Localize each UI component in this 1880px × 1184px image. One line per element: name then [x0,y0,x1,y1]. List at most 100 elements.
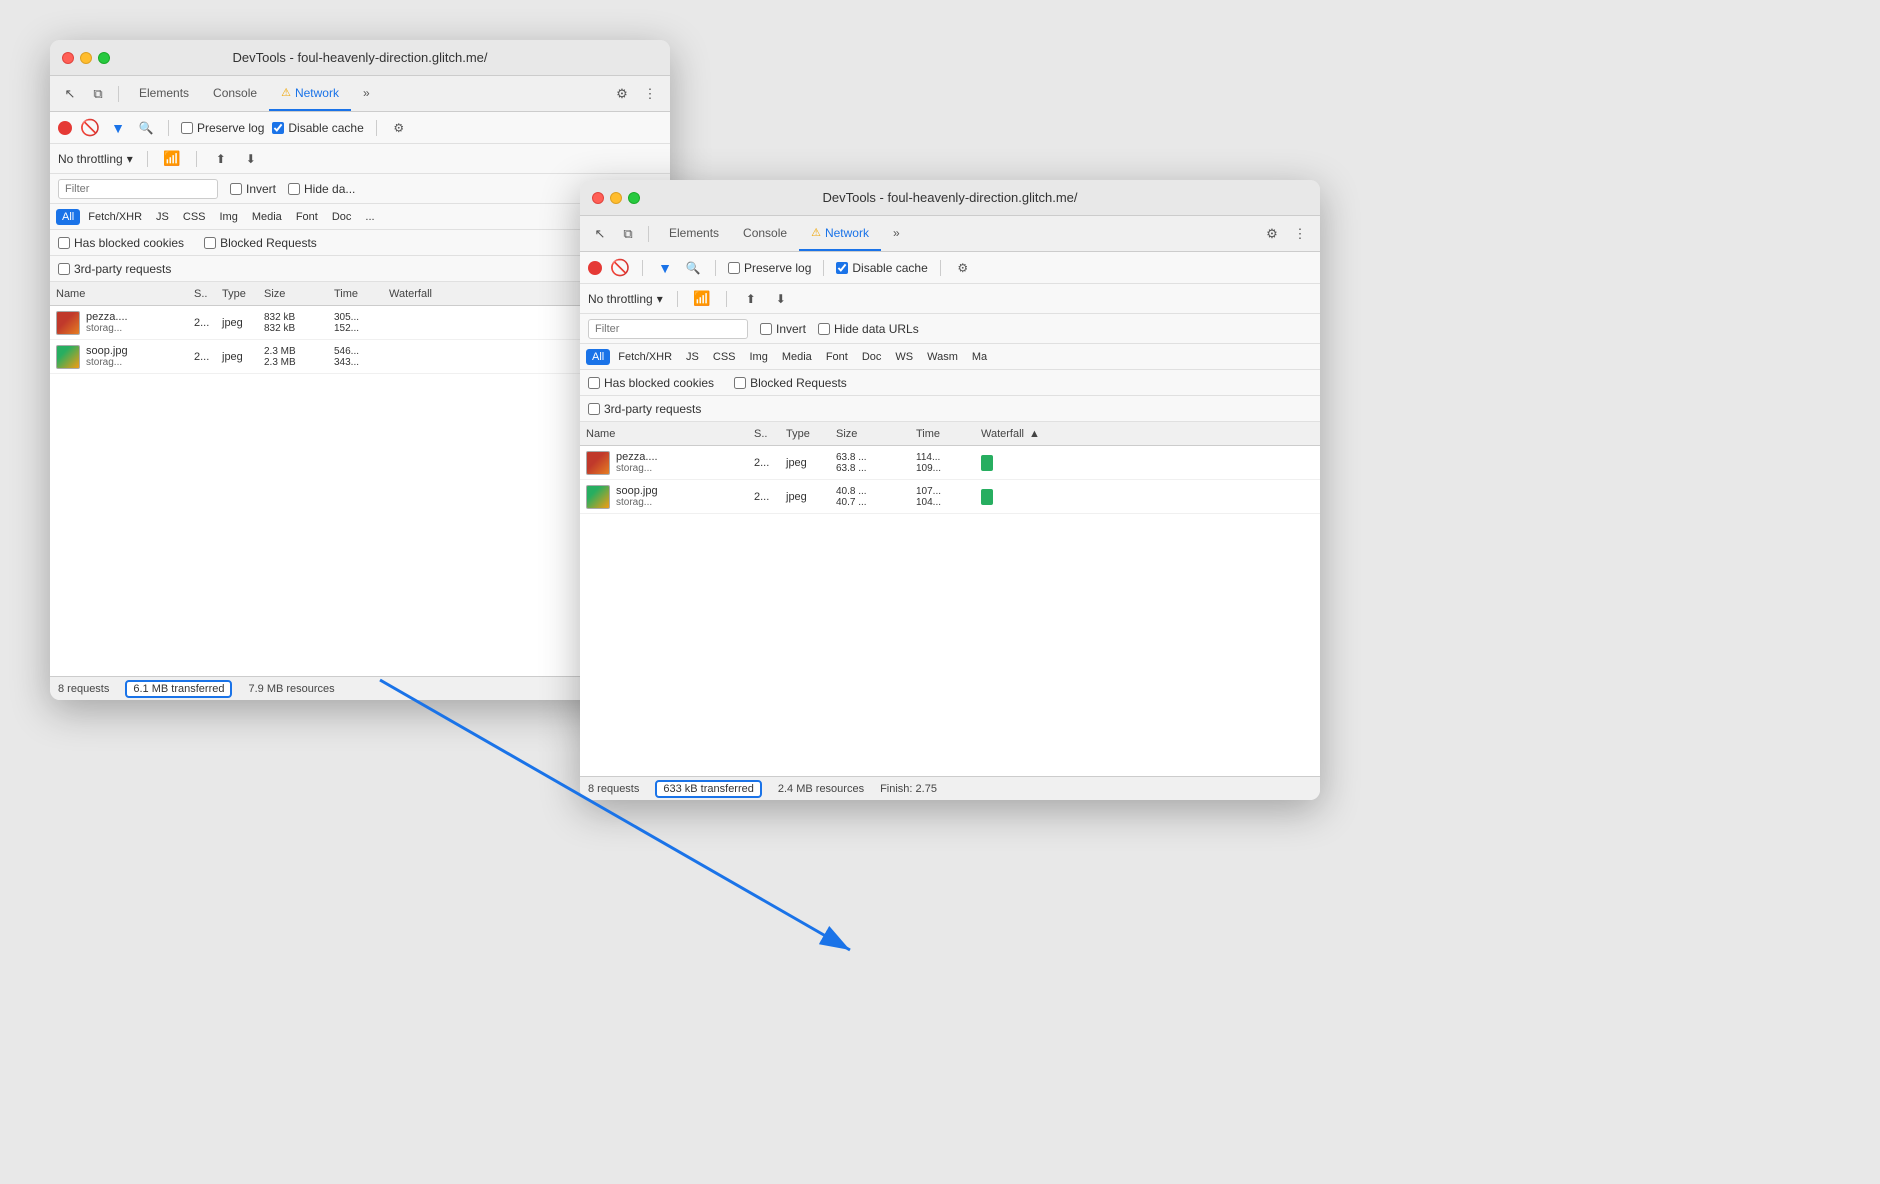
invert-label-1[interactable]: Invert [230,182,276,196]
inspect-icon-2[interactable]: ⧉ [616,222,640,246]
tab-network-1[interactable]: ⚠ Network [269,76,351,111]
invert-label-2[interactable]: Invert [760,322,806,336]
filter-media-2[interactable]: Media [776,349,818,365]
filter-doc-1[interactable]: Doc [326,209,358,225]
throttle-select-1[interactable]: No throttling ▾ [58,152,133,166]
col-time-hdr-2[interactable]: Time [912,428,977,440]
blocked-requests-cb-2[interactable] [734,377,746,389]
tab-more-2[interactable]: » [881,216,912,251]
filter-js-1[interactable]: JS [150,209,175,225]
minimize-button-2[interactable] [610,192,622,204]
minimize-button-1[interactable] [80,52,92,64]
blocked-cookies-1[interactable]: Has blocked cookies [58,236,184,250]
blocked-requests-cb-1[interactable] [204,237,216,249]
filter-media-1[interactable]: Media [246,209,288,225]
filter-all-2[interactable]: All [586,349,610,365]
wifi-icon-2[interactable]: 📶 [692,289,712,309]
disable-cache-checkbox-1[interactable] [272,122,284,134]
hide-data-label-2[interactable]: Hide data URLs [818,322,919,336]
col-size-hdr-1[interactable]: Size [260,288,330,300]
record-button-1[interactable] [58,121,72,135]
filter-img-1[interactable]: Img [214,209,244,225]
blocked-cookies-cb-1[interactable] [58,237,70,249]
invert-checkbox-1[interactable] [230,183,242,195]
traffic-lights-2[interactable] [592,192,640,204]
upload-icon-1[interactable]: ⬆ [211,149,231,169]
close-button-2[interactable] [592,192,604,204]
search-icon-2[interactable]: 🔍 [683,258,703,278]
blocked-cookies-cb-2[interactable] [588,377,600,389]
table-row-1-2[interactable]: pezza.... storag... 2... jpeg 63.8 ... 6… [580,446,1320,480]
filter-input-2[interactable] [588,319,748,339]
filter-doc-2[interactable]: Doc [856,349,888,365]
filter-font-1[interactable]: Font [290,209,324,225]
table-row-2-1[interactable]: soop.jpg storag... 2... jpeg 2.3 MB 2.3 … [50,340,670,374]
tab-console-2[interactable]: Console [731,216,799,251]
preserve-log-label-2[interactable]: Preserve log [728,261,811,275]
filter-css-1[interactable]: CSS [177,209,212,225]
filter-xhr-1[interactable]: Fetch/XHR [82,209,148,225]
col-time-hdr-1[interactable]: Time [330,288,385,300]
network-settings-icon-1[interactable]: ⚙ [389,118,409,138]
hide-data-label-1[interactable]: Hide da... [288,182,355,196]
clear-icon-2[interactable]: 🚫 [610,258,630,278]
disable-cache-label-1[interactable]: Disable cache [272,121,363,135]
clear-icon-1[interactable]: 🚫 [80,118,100,138]
col-size-hdr-2[interactable]: Size [832,428,912,440]
col-s-hdr-1[interactable]: S.. [190,288,218,300]
filter-input-1[interactable] [58,179,218,199]
hide-data-checkbox-2[interactable] [818,323,830,335]
filter-img-2[interactable]: Img [744,349,774,365]
tab-more-1[interactable]: » [351,76,382,111]
preserve-log-checkbox-1[interactable] [181,122,193,134]
filter-icon-2[interactable]: ▼ [655,258,675,278]
filter-wasm-2[interactable]: Wasm [921,349,964,365]
record-button-2[interactable] [588,261,602,275]
settings-icon-2[interactable]: ⚙ [1260,222,1284,246]
invert-checkbox-2[interactable] [760,323,772,335]
blocked-cookies-2[interactable]: Has blocked cookies [588,376,714,390]
blocked-requests-2[interactable]: Blocked Requests [734,376,847,390]
traffic-lights-1[interactable] [62,52,110,64]
hide-data-checkbox-1[interactable] [288,183,300,195]
col-name-hdr-1[interactable]: Name [50,288,190,300]
filter-icon-1[interactable]: ▼ [108,118,128,138]
third-party-cb-1[interactable] [58,263,70,275]
download-icon-1[interactable]: ⬇ [241,149,261,169]
tab-elements-2[interactable]: Elements [657,216,731,251]
filter-css-2[interactable]: CSS [707,349,742,365]
settings-icon-1[interactable]: ⚙ [610,82,634,106]
col-type-hdr-2[interactable]: Type [782,428,832,440]
wifi-icon-1[interactable]: 📶 [162,149,182,169]
col-waterfall-hdr-2[interactable]: Waterfall ▲ [977,428,1320,440]
more-icon-2[interactable]: ⋮ [1288,222,1312,246]
cursor-icon[interactable]: ↖ [58,82,82,106]
disable-cache-label-2[interactable]: Disable cache [836,261,927,275]
tab-network-2[interactable]: ⚠ Network [799,216,881,251]
filter-ma-2[interactable]: Ma [966,349,993,365]
inspect-icon[interactable]: ⧉ [86,82,110,106]
close-button-1[interactable] [62,52,74,64]
filter-ws-2[interactable]: WS [889,349,919,365]
more-icon-1[interactable]: ⋮ [638,82,662,106]
col-s-hdr-2[interactable]: S.. [750,428,782,440]
filter-js-2[interactable]: JS [680,349,705,365]
preserve-log-checkbox-2[interactable] [728,262,740,274]
search-icon-1[interactable]: 🔍 [136,118,156,138]
tab-elements-1[interactable]: Elements [127,76,201,111]
throttle-select-2[interactable]: No throttling ▾ [588,292,663,306]
filter-xhr-2[interactable]: Fetch/XHR [612,349,678,365]
cursor-icon-2[interactable]: ↖ [588,222,612,246]
network-settings-icon-2[interactable]: ⚙ [953,258,973,278]
filter-all-1[interactable]: All [56,209,80,225]
col-name-hdr-2[interactable]: Name [580,428,750,440]
maximize-button-2[interactable] [628,192,640,204]
col-type-hdr-1[interactable]: Type [218,288,260,300]
third-party-2[interactable]: 3rd-party requests [588,402,701,416]
filter-font-2[interactable]: Font [820,349,854,365]
table-row-1-1[interactable]: pezza.... storag... 2... jpeg 832 kB 832… [50,306,670,340]
filter-more-1[interactable]: ... [359,209,380,225]
tab-console-1[interactable]: Console [201,76,269,111]
third-party-cb-2[interactable] [588,403,600,415]
maximize-button-1[interactable] [98,52,110,64]
